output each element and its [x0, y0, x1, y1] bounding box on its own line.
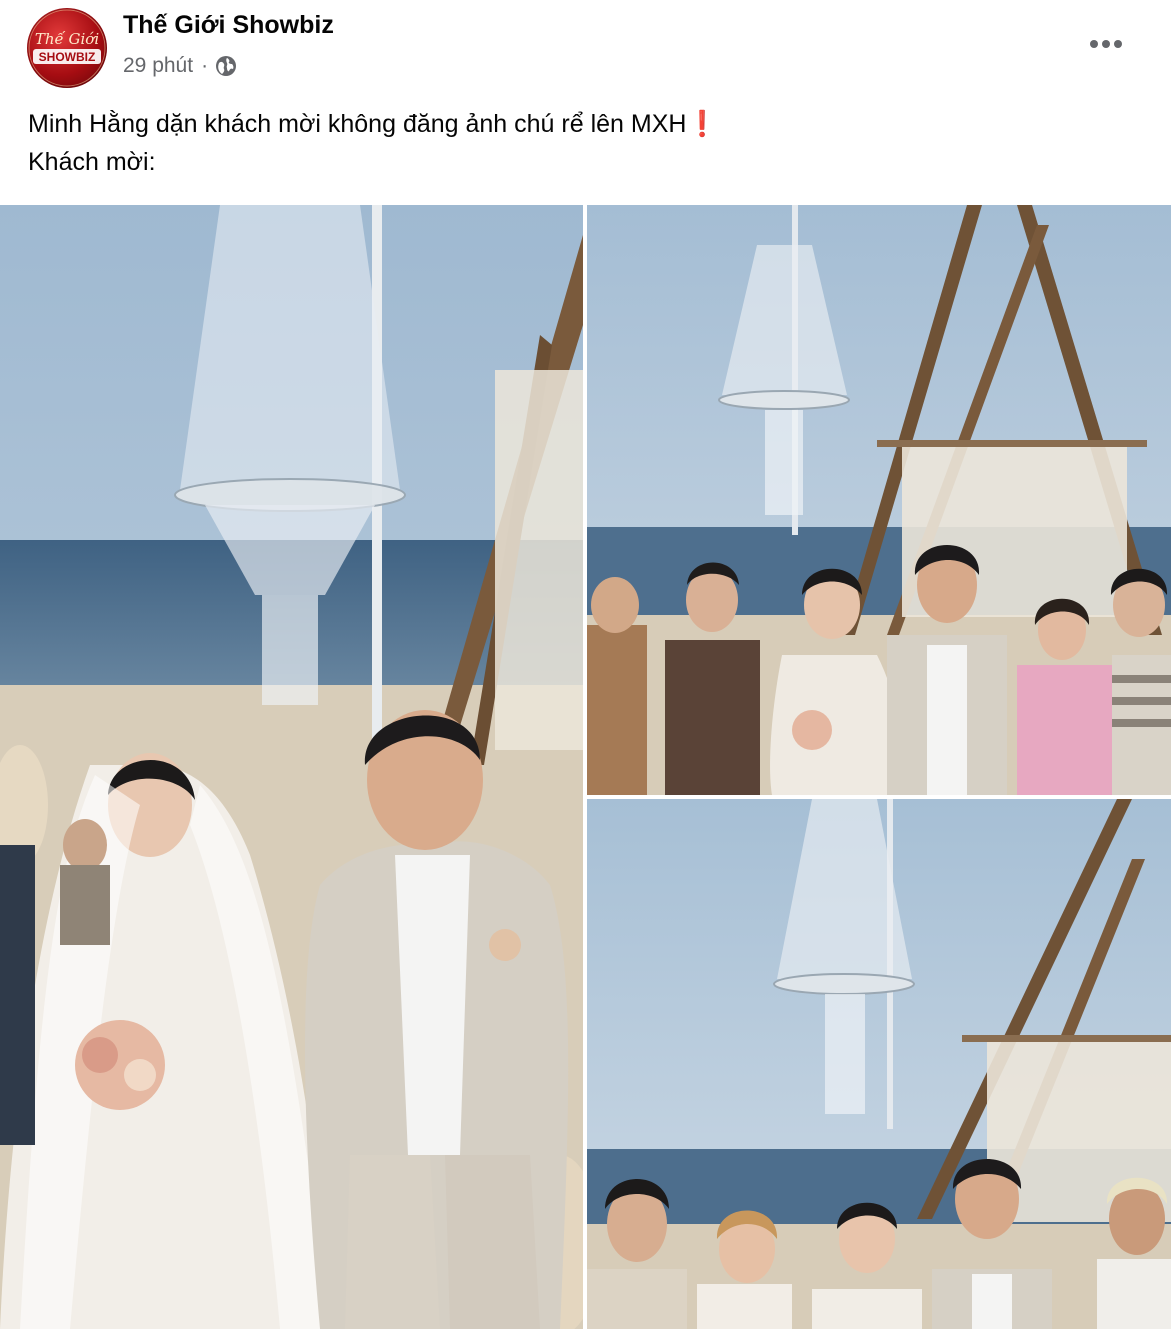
photo-bride-groom[interactable] — [0, 205, 583, 1329]
post-meta: 29 phút · — [123, 52, 237, 80]
caption-text-1: Minh Hằng dặn khách mời không đăng ảnh c… — [28, 110, 687, 138]
photo-guests-group-1[interactable] — [587, 205, 1171, 795]
more-options-button[interactable] — [1084, 24, 1128, 64]
showbiz-logo: Thế Giới SHOWBIZ — [28, 9, 106, 87]
exclamation-emoji: ❗ — [686, 110, 718, 138]
post-header: Thế Giới SHOWBIZ Thế Giới Showbiz 29 phú… — [0, 0, 1171, 100]
caption-line-1: Minh Hằng dặn khách mời không đăng ảnh c… — [28, 105, 1148, 143]
post-time[interactable]: 29 phút — [123, 54, 193, 78]
logo-text-bottom: SHOWBIZ — [39, 50, 96, 64]
page-avatar[interactable]: Thế Giới SHOWBIZ — [27, 8, 107, 88]
logo-text-top: Thế Giới — [35, 30, 99, 48]
photo-grid — [0, 205, 1171, 1329]
photo-guests-group-2[interactable] — [587, 799, 1171, 1329]
page-name-link[interactable]: Thế Giới Showbiz — [123, 11, 334, 40]
caption-line-2: Khách mời: — [28, 148, 156, 176]
more-horizontal-icon — [1090, 40, 1122, 48]
meta-separator: · — [201, 54, 209, 77]
globe-icon[interactable] — [215, 55, 237, 77]
post-caption: Minh Hằng dặn khách mời không đăng ảnh c… — [28, 105, 1148, 181]
